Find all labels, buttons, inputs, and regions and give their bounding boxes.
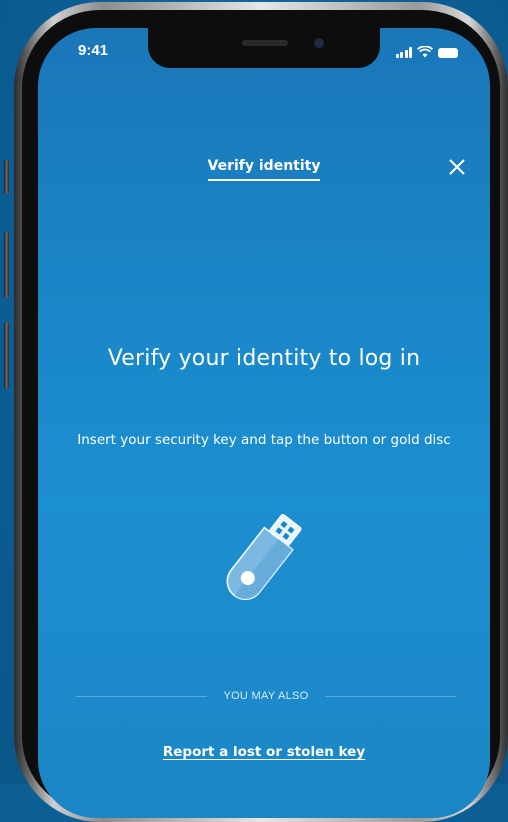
close-icon xyxy=(449,159,465,175)
divider-line-left xyxy=(76,695,208,697)
front-camera xyxy=(314,38,324,48)
notch xyxy=(148,28,380,68)
status-time: 9:41 xyxy=(78,42,109,59)
headline: Verify your identity to log in xyxy=(107,346,421,371)
usb-security-key-icon xyxy=(226,513,302,600)
status-icons xyxy=(395,46,458,58)
report-lost-key-link[interactable]: Report a lost or stolen key xyxy=(38,744,490,760)
silent-switch xyxy=(4,160,9,194)
battery-icon xyxy=(438,48,458,58)
alternatives-divider: YOU MAY ALSO xyxy=(76,690,456,702)
speaker-grille xyxy=(242,40,288,46)
signal-icon xyxy=(395,47,412,58)
wifi-icon xyxy=(417,46,433,58)
alternatives-label: YOU MAY ALSO xyxy=(223,690,309,702)
volume-down-button xyxy=(4,322,9,388)
volume-up-button xyxy=(4,232,9,298)
close-button[interactable] xyxy=(446,156,468,178)
divider-line-right xyxy=(324,695,456,697)
app-screen: 9:41 Verify identity Verify your identit… xyxy=(38,28,490,818)
page-title-text: Verify identity xyxy=(207,158,321,181)
instructions-text: Insert your security key and tap the but… xyxy=(77,432,451,448)
page-title: Verify identity xyxy=(38,158,490,181)
